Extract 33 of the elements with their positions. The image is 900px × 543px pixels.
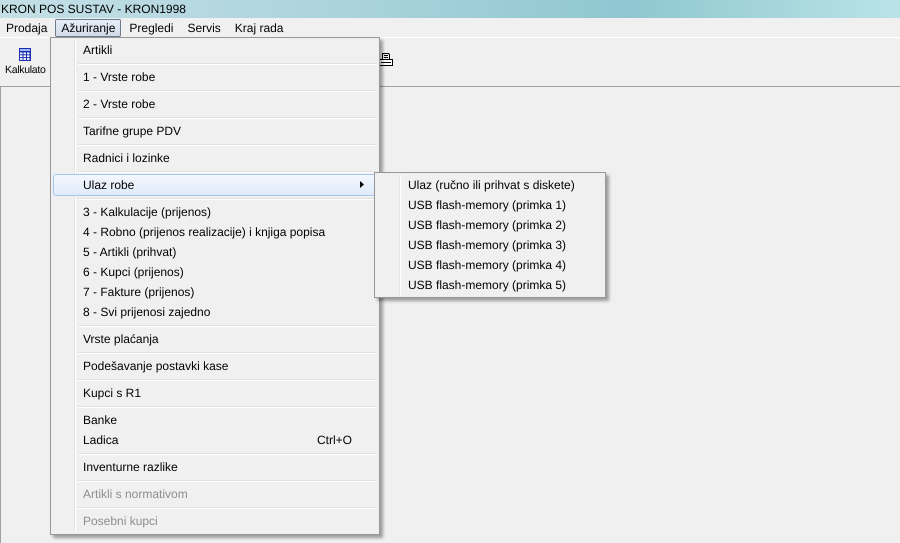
- menu-item[interactable]: 3 - Kalkulacije (prijenos): [53, 202, 377, 222]
- menu-bar-item[interactable]: Pregledi: [123, 18, 180, 36]
- menu-item[interactable]: 2 - Vrste robe: [53, 94, 377, 114]
- menu-item[interactable]: Ulaz robe: [53, 174, 377, 196]
- menu-item[interactable]: 4 - Robno (prijenos realizacije) i knjiga popisa: [53, 222, 377, 242]
- menu-item[interactable]: Radnici i lozinke: [53, 148, 377, 168]
- menu-bar-item[interactable]: Kraj rada: [228, 18, 290, 36]
- menu-item[interactable]: 1 - Vrste robe: [53, 67, 377, 87]
- menu-item[interactable]: USB flash-memory (primka 4): [377, 255, 603, 275]
- menu-item[interactable]: Kupci s R1: [53, 383, 377, 403]
- menu-item[interactable]: Artikli: [53, 40, 377, 60]
- menu-item[interactable]: 7 - Fakture (prijenos): [53, 282, 377, 302]
- menu-item[interactable]: Tarifne grupe PDV: [53, 121, 377, 141]
- menu-item[interactable]: Podešavanje postavki kase: [53, 356, 377, 376]
- window-title: KRON POS SUSTAV - KRON1998: [0, 0, 900, 18]
- menu-item[interactable]: USB flash-memory (primka 1): [377, 195, 603, 215]
- menu-item[interactable]: Inventurne razlike: [53, 457, 377, 477]
- menu-bar-item[interactable]: Ažuriranje: [55, 18, 122, 36]
- menu-item[interactable]: Banke: [53, 410, 377, 430]
- menu-item[interactable]: USB flash-memory (primka 5): [377, 275, 603, 295]
- menu-item[interactable]: Ladica Ctrl+O: [53, 430, 377, 450]
- menu-item[interactable]: 5 - Artikli (prihvat): [53, 242, 377, 262]
- menu-bar-item[interactable]: Prodaja: [0, 18, 54, 36]
- menu-bar-item[interactable]: Servis: [181, 18, 227, 36]
- menu-item[interactable]: USB flash-memory (primka 2): [377, 215, 603, 235]
- submenu-arrow-icon: [360, 181, 364, 188]
- menu-item[interactable]: 8 - Svi prijenosi zajedno: [53, 302, 377, 322]
- calculator-button[interactable]: Kalkulato: [4, 46, 46, 78]
- menu-item[interactable]: Ulaz (ručno ili prihvat s diskete): [377, 175, 603, 195]
- calculator-icon: [19, 48, 32, 61]
- menu-item[interactable]: USB flash-memory (primka 3): [377, 235, 603, 255]
- menu-item[interactable]: Vrste plaćanja: [53, 329, 377, 349]
- menu-item[interactable]: 6 - Kupci (prijenos): [53, 262, 377, 282]
